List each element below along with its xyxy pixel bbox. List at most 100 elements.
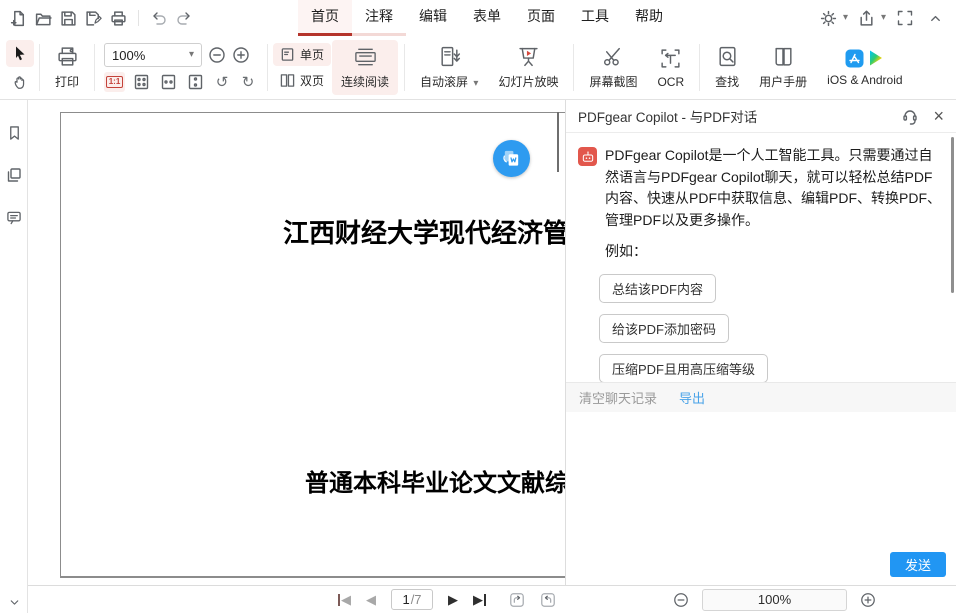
tab-edit[interactable]: 编辑: [406, 0, 460, 36]
copilot-intro-text: PDFgear Copilot是一个人工智能工具。只需要通过自然语言与PDFge…: [605, 145, 942, 263]
send-button[interactable]: 发送: [890, 552, 946, 577]
statusbar-zoom-in-icon[interactable]: [860, 592, 876, 608]
zoom-select[interactable]: 100% ▾: [104, 43, 202, 67]
rotate-left-icon[interactable]: ↺: [212, 73, 232, 91]
fit-page-button[interactable]: [131, 72, 152, 92]
tab-tools[interactable]: 工具: [568, 0, 622, 36]
copilot-chat-scrollbar[interactable]: [951, 137, 954, 293]
page-number-box[interactable]: 1 /7: [391, 589, 433, 610]
toolbar-separator: [39, 44, 40, 91]
statusbar-zoom-out-icon[interactable]: [673, 592, 689, 608]
copilot-close-icon[interactable]: ×: [933, 107, 944, 125]
undo-icon[interactable]: [146, 5, 171, 31]
theme-icon[interactable]: [816, 5, 841, 31]
slideshow-button[interactable]: 幻灯片放映: [489, 40, 567, 95]
tab-annotate[interactable]: 注释: [352, 0, 406, 36]
print-label: 打印: [55, 73, 79, 90]
zoom-out-icon[interactable]: [208, 46, 226, 64]
select-tool-button[interactable]: [6, 40, 34, 67]
appstore-icon: [845, 49, 864, 68]
share-icon[interactable]: [854, 5, 879, 31]
copilot-input-area[interactable]: 发送: [566, 412, 956, 585]
hand-tool-button[interactable]: [6, 69, 34, 96]
thumbnails-icon[interactable]: [0, 160, 28, 190]
last-page-icon: ▶: [473, 593, 483, 606]
first-page-bar-icon: [338, 594, 340, 606]
tab-help[interactable]: 帮助: [622, 0, 676, 36]
screenshot-label: 屏幕截图: [589, 73, 637, 90]
next-page-icon[interactable]: ▶: [448, 593, 458, 606]
fit-height-button[interactable]: [185, 72, 206, 92]
share-caret-icon[interactable]: ▾: [881, 13, 886, 23]
toolbar-separator: [267, 44, 268, 91]
statusbar-zoom-value[interactable]: 100%: [702, 589, 847, 611]
previous-page-icon[interactable]: ◀: [366, 593, 376, 606]
window-controls: ▾ ▾: [810, 0, 948, 36]
ocr-button[interactable]: OCR: [648, 40, 693, 95]
export-link[interactable]: 导出: [679, 388, 705, 407]
user-manual-label: 用户手册: [759, 73, 807, 90]
actual-size-button[interactable]: 1:1: [104, 72, 125, 92]
fullscreen-icon[interactable]: [892, 5, 917, 31]
user-manual-button[interactable]: 用户手册: [750, 40, 816, 95]
toolbar: 打印 100% ▾ 1:1: [0, 36, 956, 100]
auto-scroll-button[interactable]: 自动滚屏 ▾: [411, 40, 487, 95]
suggestion-password-button[interactable]: 给该PDF添加密码: [599, 314, 729, 343]
collapse-ribbon-icon[interactable]: [923, 5, 948, 31]
total-pages: /7: [411, 592, 422, 607]
copilot-title: PDFgear Copilot - 与PDF对话: [578, 106, 889, 126]
menubar: 首页 注释 编辑 表单 页面 工具 帮助 ▾ ▾: [0, 0, 956, 36]
comments-icon[interactable]: [0, 202, 28, 232]
redo-icon[interactable]: [171, 5, 196, 31]
find-button[interactable]: 查找: [706, 40, 748, 95]
last-page-bar-icon: [484, 594, 486, 606]
support-headset-icon[interactable]: [901, 107, 919, 125]
continuous-reading-button[interactable]: 连续阅读: [332, 40, 398, 95]
fit-width-button[interactable]: [158, 72, 179, 92]
single-page-label: 单页: [300, 46, 324, 63]
zoom-in-icon[interactable]: [232, 46, 250, 64]
toolbar-separator: [573, 44, 574, 91]
pdf-page[interactable]: 江西财经大学现代经济管理 普通本科毕业论文文献综: [60, 112, 565, 578]
tab-page[interactable]: 页面: [514, 0, 568, 36]
screenshot-button[interactable]: 屏幕截图: [580, 40, 646, 95]
suggestion-summarize-button[interactable]: 总结该PDF内容: [599, 274, 716, 303]
previous-view-icon[interactable]: [509, 592, 525, 608]
page-navigation: ◀ ◀ 1 /7 ▶ ▶: [338, 586, 556, 613]
convert-to-word-badge[interactable]: [493, 140, 530, 177]
new-file-icon[interactable]: [6, 5, 31, 31]
copilot-message: PDFgear Copilot是一个人工智能工具。只需要通过自然语言与PDFge…: [566, 133, 956, 263]
save-as-icon[interactable]: [81, 5, 106, 31]
toolbar-separator: [404, 44, 405, 91]
open-file-icon[interactable]: [31, 5, 56, 31]
first-page-button[interactable]: ◀: [338, 593, 351, 606]
ocr-label: OCR: [657, 75, 684, 89]
document-title-line1: 江西财经大学现代经济管理: [283, 213, 565, 250]
double-page-button[interactable]: 双页: [273, 69, 331, 92]
toolbar-separator: [699, 44, 700, 91]
tab-home[interactable]: 首页: [298, 0, 352, 36]
auto-scroll-label: 自动滚屏 ▾: [420, 73, 478, 90]
copilot-chat-area: PDFgear Copilot是一个人工智能工具。只需要通过自然语言与PDFge…: [566, 133, 956, 382]
double-page-label: 双页: [300, 72, 324, 89]
mobile-apps-button[interactable]: iOS & Android: [818, 40, 911, 95]
document-scrollbar[interactable]: [557, 112, 559, 172]
rotate-right-icon[interactable]: ↻: [238, 73, 258, 91]
tab-form[interactable]: 表单: [460, 0, 514, 36]
next-view-icon[interactable]: [540, 592, 556, 608]
sidebar-collapse-icon[interactable]: [0, 596, 28, 609]
slideshow-label: 幻灯片放映: [498, 73, 558, 90]
bookmarks-icon[interactable]: [0, 118, 28, 148]
print-button[interactable]: 打印: [46, 40, 88, 95]
last-page-button[interactable]: ▶: [473, 593, 486, 606]
quick-print-icon[interactable]: [106, 5, 131, 31]
document-area[interactable]: 江西财经大学现代经济管理 普通本科毕业论文文献综: [28, 100, 565, 585]
clear-chat-link[interactable]: 清空聊天记录: [579, 388, 657, 407]
actual-size-label: 1:1: [106, 76, 124, 88]
theme-caret-icon[interactable]: ▾: [843, 13, 848, 23]
single-page-button[interactable]: 单页: [273, 43, 331, 66]
first-page-icon: ◀: [341, 593, 351, 606]
save-icon[interactable]: [56, 5, 81, 31]
find-label: 查找: [715, 73, 739, 90]
suggestion-compress-button[interactable]: 压缩PDF且用高压缩等级: [599, 354, 768, 383]
